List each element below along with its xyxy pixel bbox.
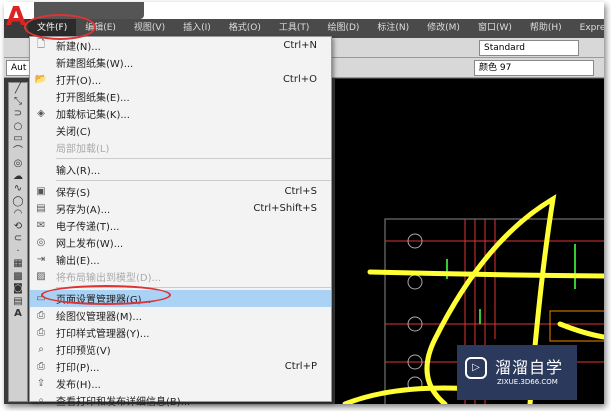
file-menu-item[interactable]: 📂 打开(O)... Ctrl+O <box>30 71 331 88</box>
export-icon: ⇥ <box>36 254 46 265</box>
workspace-select[interactable]: Aut <box>6 60 30 76</box>
menu-item-label: 打开(O)... <box>56 76 102 87</box>
file-menu-item[interactable]: ⎙ 打印(P)... Ctrl+P <box>30 358 331 375</box>
menu-item-shortcut: Ctrl+O <box>282 74 317 85</box>
menu-item-label: 打印预览(V) <box>56 346 111 357</box>
watermark-url: ZIXUE.3D66.COM <box>497 378 558 386</box>
plotter-icon: ⎙ <box>37 310 45 321</box>
file-menu-item[interactable]: ▤ 另存为(A)... Ctrl+Shift+S <box>30 200 331 217</box>
preview-icon: ⌕ <box>38 344 44 355</box>
file-menu-item[interactable]: ◎ 网上发布(W)... <box>30 234 331 251</box>
file-menu-item[interactable]: ▣ 保存(S) Ctrl+S <box>30 183 331 200</box>
annotation-circle-file <box>24 14 96 40</box>
file-menu-item[interactable]: 新建图纸集(W)... <box>30 54 331 71</box>
menu-item-shortcut: Ctrl+Shift+S <box>253 203 317 214</box>
color-select[interactable]: 颜色 97 <box>474 60 594 76</box>
markup-icon: ◈ <box>37 108 45 119</box>
text-style-select[interactable]: Standard <box>479 40 579 56</box>
plot-style-icon: ⎙ <box>37 327 45 338</box>
file-menu-item[interactable]: ⇪ 发布(H)... <box>30 375 331 392</box>
menu-item-shortcut: Ctrl+P <box>284 361 317 372</box>
annotation-circle-page-setup <box>41 285 171 305</box>
menu-item-label: 查看打印和发布详细信息(B)... <box>56 397 191 408</box>
title-bar <box>4 2 604 19</box>
file-menu-item[interactable]: 输入(R)... <box>30 161 331 178</box>
file-menu-item[interactable]: ▨ 将布局输出到模型(D)... <box>30 268 331 285</box>
file-menu-item[interactable]: 关闭(C) <box>30 122 331 139</box>
menu-item-label: 新建图纸集(W)... <box>56 59 134 70</box>
menu-item-label: 发布(H)... <box>56 380 101 391</box>
menu-item-label: 网上发布(W)... <box>56 239 124 250</box>
menu-item-label: 将布局输出到模型(D)... <box>56 273 162 284</box>
menu-item-label: 打印(P)... <box>56 363 100 374</box>
menu-10[interactable]: 帮助(H) <box>521 19 571 38</box>
file-menu-item[interactable]: 局部加载(L) <box>30 139 331 156</box>
menu-item-label: 打开图纸集(E)... <box>56 93 130 104</box>
menu-item-label: 打印样式管理器(Y)... <box>56 329 150 340</box>
file-menu-item[interactable]: 打开图纸集(E)... <box>30 88 331 105</box>
publish-web-icon: ◎ <box>36 237 46 248</box>
menu-item-label: 输出(E)... <box>56 256 100 267</box>
menu-8[interactable]: 修改(M) <box>418 19 469 38</box>
menu-item-label: 新建(N)... <box>56 42 101 53</box>
file-menu-item[interactable]: ⎙ 绘图仪管理器(M)... <box>30 307 331 324</box>
watermark-name: 溜溜自学 <box>495 358 564 377</box>
open-folder-icon: 📂 <box>34 74 48 85</box>
save-icon: ▣ <box>36 186 46 197</box>
print-icon: ⎙ <box>37 361 45 372</box>
menu-item-label: 关闭(C) <box>56 127 91 138</box>
file-menu-item[interactable]: 🗋 新建(N)... Ctrl+N <box>30 37 331 54</box>
menu-item-label: 保存(S) <box>56 188 91 199</box>
menu-11[interactable]: Express <box>571 19 604 38</box>
file-menu: 🗋 新建(N)... Ctrl+N 新建图纸集(W)... 📂 打开(O)... Ctrl+… <box>29 36 332 408</box>
etransmit-icon: ✉ <box>36 220 46 231</box>
watermark: ▷ 溜溜自学 ZIXUE.3D66.COM <box>457 345 577 400</box>
new-file-icon: 🗋 <box>36 39 46 50</box>
publish-icon: ⇪ <box>36 378 46 389</box>
layout-icon: ▨ <box>36 271 46 282</box>
file-menu-item[interactable]: ⌕ 查看打印和发布详细信息(B)... <box>30 392 331 409</box>
save-as-icon: ▤ <box>36 203 46 214</box>
menu-item-shortcut: Ctrl+S <box>284 186 317 197</box>
menu-separator <box>56 158 331 159</box>
menu-item-label: 绘图仪管理器(M)... <box>56 312 142 323</box>
menu-7[interactable]: 标注(N) <box>368 19 418 38</box>
menu-item-label: 电子传递(T)... <box>56 222 120 233</box>
menu-item-label: 加载标记集(K)... <box>56 110 130 121</box>
menu-item-label: 局部加载(L) <box>56 144 110 155</box>
menu-item-shortcut: Ctrl+N <box>283 40 317 51</box>
menu-item-label: 另存为(A)... <box>56 205 111 216</box>
menu-9[interactable]: 窗口(W) <box>469 19 521 38</box>
file-menu-item[interactable]: ✉ 电子传递(T)... <box>30 217 331 234</box>
file-menu-item[interactable]: ⇥ 输出(E)... <box>30 251 331 268</box>
file-menu-item[interactable]: ◈ 加载标记集(K)... <box>30 105 331 122</box>
file-menu-item[interactable]: ⎙ 打印样式管理器(Y)... <box>30 324 331 341</box>
details-icon: ⌕ <box>38 395 44 406</box>
menu-separator <box>56 180 331 181</box>
file-menu-item[interactable]: ⌕ 打印预览(V) <box>30 341 331 358</box>
draw-toolbar: ╱ ⤡ ⊃ ○ ▭ ⌒ ◎ ☁ ∿ ◯ ◠ ⟲ ⊂ · ▦ ▩ ◙ ▤ A <box>8 82 28 402</box>
play-icon: ▷ <box>465 357 487 379</box>
menu-item-label: 输入(R)... <box>56 166 101 177</box>
